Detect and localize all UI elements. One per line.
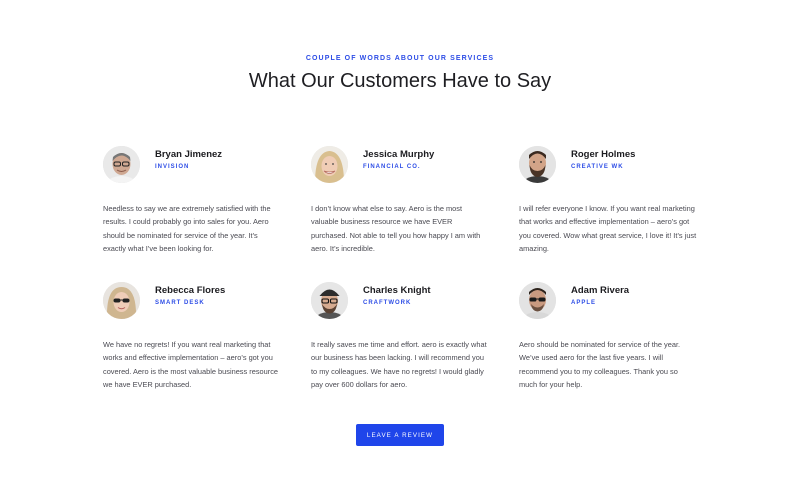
reviewer-name: Roger Holmes [571,149,636,160]
woman-sunglasses-portrait-icon [103,282,140,319]
section-title: What Our Customers Have to Say [248,70,552,92]
reviewer-name: Charles Knight [363,285,431,296]
reviewer-name: Adam Rivera [571,285,630,296]
review-text: It really saves me time and effort. aero… [311,340,487,390]
review-text: I will refer everyone I know. If you wan… [519,204,697,254]
leave-review-button[interactable]: LEAVE A REVIEW [356,424,444,446]
reviewer-company: INVISION [155,164,190,170]
reviewer-name: Jessica Murphy [363,149,435,160]
review-text: We have no regrets! If you want real mar… [103,340,279,390]
reviewer-company: FINANCIAL CO. [363,164,421,170]
reviewer-company: SMART DESK [155,300,205,306]
man-cap-glasses-portrait-icon [311,282,348,319]
review-text: I don’t know what else to say. Aero is t… [311,204,481,254]
man-beard-portrait-icon [519,146,556,183]
reviewer-company: CREATIVE WK [571,164,624,170]
reviewer-company: CRAFTWORK [363,300,412,306]
man-sunglasses-portrait-icon [519,282,556,319]
review-text: Aero should be nominated for service of … [519,340,681,390]
reviewer-name: Bryan Jimenez [155,149,223,160]
section-eyebrow: COUPLE OF WORDS ABOUT OUR SERVICES [305,55,495,62]
reviewer-company: APPLE [571,300,597,306]
woman-blonde-portrait-icon [311,146,348,183]
man-glasses-portrait-icon [103,146,140,183]
review-text: Needless to say we are extremely satisfi… [103,204,271,254]
reviewer-name: Rebecca Flores [155,285,226,296]
